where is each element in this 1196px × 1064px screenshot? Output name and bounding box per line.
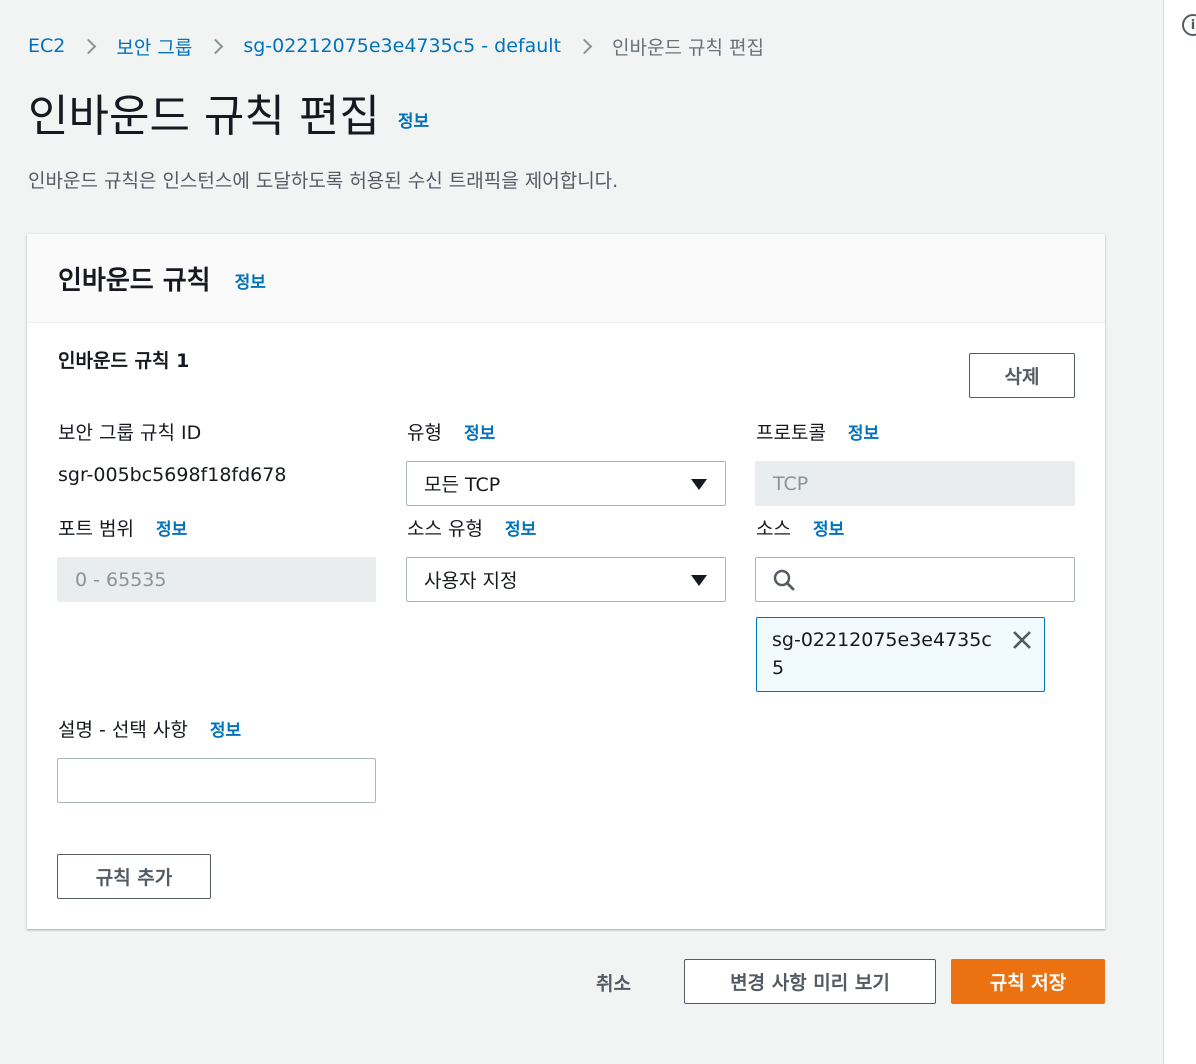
description-info-link[interactable]: 정보 bbox=[210, 716, 241, 741]
close-icon[interactable] bbox=[1010, 628, 1034, 652]
chevron-right-icon bbox=[208, 38, 224, 54]
page-description: 인바운드 규칙은 인스턴스에 도달하도록 허용된 수신 트래픽을 제어합니다. bbox=[28, 170, 619, 192]
caret-down-icon bbox=[691, 479, 707, 490]
rule-title: 인바운드 규칙 1 bbox=[58, 350, 190, 372]
source-type-select[interactable]: 사용자 지정 bbox=[406, 557, 726, 602]
page-title: 인바운드 규칙 편집 bbox=[28, 91, 380, 142]
type-label-text: 유형 bbox=[407, 422, 442, 444]
source-type-select-value: 사용자 지정 bbox=[424, 570, 518, 592]
breadcrumb-ec2[interactable]: EC2 bbox=[28, 35, 65, 57]
description-label-text: 설명 - 선택 사항 bbox=[58, 719, 188, 741]
source-type-label-text: 소스 유형 bbox=[407, 518, 483, 540]
sg-rule-id-label: 보안 그룹 규칙 ID bbox=[58, 418, 201, 445]
cancel-button[interactable]: 취소 bbox=[596, 969, 631, 996]
protocol-label-text: 프로토콜 bbox=[756, 422, 826, 444]
protocol-input: TCP bbox=[755, 461, 1075, 506]
preview-changes-button[interactable]: 변경 사항 미리 보기 bbox=[684, 959, 936, 1004]
source-search-input[interactable] bbox=[755, 557, 1075, 602]
source-type-label: 소스 유형 정보 bbox=[407, 514, 536, 541]
type-select[interactable]: 모든 TCP bbox=[406, 461, 726, 506]
source-info-link[interactable]: 정보 bbox=[813, 515, 844, 540]
protocol-label: 프로토콜 정보 bbox=[756, 418, 879, 445]
sg-rule-id-label-text: 보안 그룹 규칙 ID bbox=[58, 422, 202, 444]
description-input[interactable] bbox=[57, 758, 376, 803]
source-label-text: 소스 bbox=[756, 518, 791, 540]
source-label: 소스 정보 bbox=[756, 514, 844, 541]
inbound-rules-panel: 인바운드 규칙 정보 인바운드 규칙 1 삭제 보안 그룹 규칙 ID 유형 정… bbox=[27, 234, 1105, 929]
protocol-value: TCP bbox=[773, 472, 809, 495]
page-header: 인바운드 규칙 편집 정보 bbox=[28, 88, 429, 146]
breadcrumb-security-group[interactable]: sg-02212075e3e4735c5 - default bbox=[243, 35, 561, 57]
breadcrumb-security-groups[interactable]: 보안 그룹 bbox=[116, 33, 192, 60]
breadcrumb: EC2 보안 그룹 sg-02212075e3e4735c5 - default… bbox=[28, 32, 764, 60]
port-range-label-text: 포트 범위 bbox=[58, 518, 134, 540]
chevron-right-icon bbox=[81, 38, 97, 54]
port-range-info-link[interactable]: 정보 bbox=[156, 515, 187, 540]
delete-button[interactable]: 삭제 bbox=[969, 353, 1075, 398]
port-range-value: 0 - 65535 bbox=[75, 568, 167, 591]
description-label: 설명 - 선택 사항 정보 bbox=[58, 715, 241, 742]
protocol-info-link[interactable]: 정보 bbox=[848, 419, 879, 444]
panel-title: 인바운드 규칙 bbox=[58, 265, 211, 296]
source-token: sg-02212075e3e4735c5 bbox=[756, 617, 1045, 692]
sg-rule-id-value: sgr-005bc5698f18fd678 bbox=[58, 464, 287, 486]
type-info-link[interactable]: 정보 bbox=[464, 419, 495, 444]
source-token-label: sg-02212075e3e4735c5 bbox=[772, 629, 992, 679]
search-icon bbox=[773, 569, 795, 591]
panel-info-link[interactable]: 정보 bbox=[235, 268, 266, 293]
source-type-info-link[interactable]: 정보 bbox=[505, 515, 536, 540]
info-icon[interactable]: i bbox=[1182, 14, 1196, 36]
page-info-link[interactable]: 정보 bbox=[398, 107, 429, 132]
port-range-label: 포트 범위 정보 bbox=[58, 514, 187, 541]
add-rule-button[interactable]: 규칙 추가 bbox=[57, 854, 211, 899]
caret-down-icon bbox=[691, 575, 707, 586]
type-select-value: 모든 TCP bbox=[424, 474, 501, 496]
help-panel: i bbox=[1163, 0, 1196, 1064]
save-rules-button[interactable]: 규칙 저장 bbox=[951, 959, 1105, 1004]
port-range-input: 0 - 65535 bbox=[57, 557, 376, 602]
panel-header: 인바운드 규칙 정보 bbox=[27, 234, 1105, 323]
breadcrumb-current: 인바운드 규칙 편집 bbox=[612, 36, 764, 59]
type-label: 유형 정보 bbox=[407, 418, 495, 445]
chevron-right-icon bbox=[576, 38, 593, 54]
